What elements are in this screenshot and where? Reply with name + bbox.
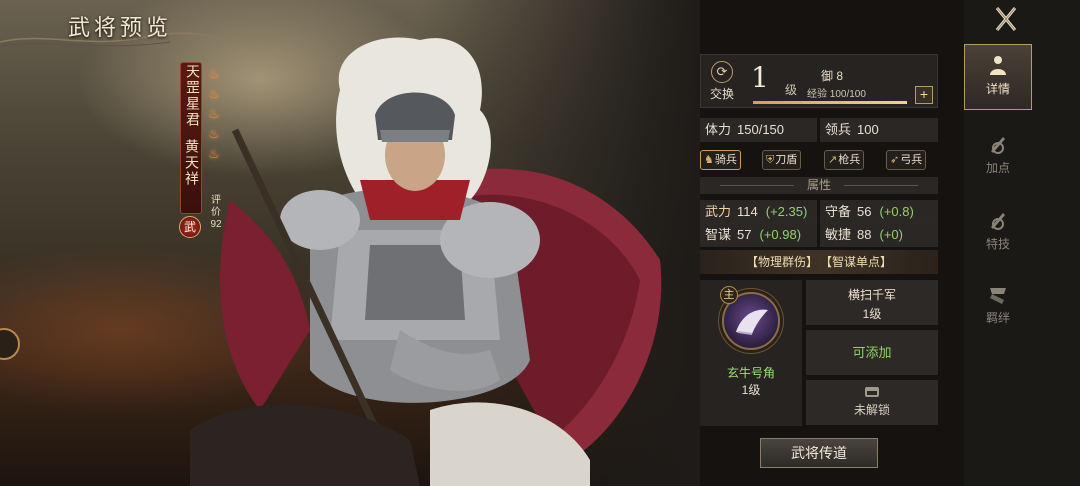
bond-icon	[990, 288, 1006, 304]
skill-slot-2[interactable]: 可添加	[806, 330, 938, 375]
flame-star-icon: ♨	[208, 66, 220, 81]
attr-bonus: (+2.35)	[765, 204, 808, 219]
tab-label: 详情	[985, 82, 1010, 96]
lock-icon	[865, 387, 879, 397]
shield-icon: ⛨	[766, 154, 775, 166]
exp-progress-fill	[753, 101, 907, 104]
swap-icon: ⟳	[711, 61, 733, 83]
attr-defense: 守备 56 (+0.8)	[820, 200, 938, 224]
attr-label: 智谋	[705, 227, 732, 242]
attr-value: 88	[857, 227, 872, 242]
main-skill-tag: 主	[720, 286, 738, 304]
attr-intellect: 智谋 57 (+0.98)	[700, 223, 817, 247]
troops-label: 领兵	[825, 122, 852, 137]
attr-value: 114	[737, 204, 758, 219]
sword-icon	[991, 137, 1005, 154]
flame-star-icon: ♨	[208, 106, 220, 121]
tab-bonds[interactable]: 羁绊	[964, 274, 1032, 340]
hero-info-panel: ⟳ 交换 1 级 御 8 经验 100/100 + 体力 150/150 领兵 10…	[698, 52, 940, 486]
hp-label: 体力	[705, 122, 732, 137]
tab-points[interactable]: 加点	[964, 124, 1032, 190]
flame-star-icon: ♨	[208, 126, 220, 141]
tab-skills[interactable]: 特技	[964, 200, 1032, 266]
attr-value: 56	[857, 204, 872, 219]
sword-icon	[991, 213, 1005, 230]
slot-skill-level: 1级	[862, 307, 882, 321]
attr-label: 敏捷	[825, 227, 852, 242]
flame-star-icon: ♨	[208, 146, 220, 161]
attributes-header: 属性	[700, 177, 938, 194]
cavalry-icon: ♞	[704, 154, 714, 166]
exp-progress-bar	[753, 101, 907, 104]
unit-label: 枪兵	[838, 154, 861, 166]
star-rating: ♨ ♨ ♨ ♨ ♨	[208, 64, 222, 164]
swap-label: 交换	[709, 87, 734, 101]
rating-block: 评价 92	[207, 195, 225, 231]
attr-agility: 敏捷 88 (+0)	[820, 223, 938, 247]
main-skill-name: 玄牛号角	[726, 366, 775, 380]
skill-slot-3[interactable]: 未解锁	[806, 380, 938, 425]
slot-skill-name: 横扫千军	[847, 288, 896, 302]
unit-label: 弓兵	[900, 154, 923, 166]
unit-type-row: ♞骑兵 ⛨刀盾 ↗枪兵 ➶弓兵	[700, 150, 938, 170]
tab-label: 羁绊	[985, 311, 1010, 325]
unit-spear[interactable]: ↗枪兵	[824, 150, 865, 170]
hero-epithet: 天罡星君	[184, 64, 200, 128]
unit-label: 刀盾	[775, 154, 798, 166]
attr-force: 武力 114 (+2.35)	[700, 200, 817, 224]
tab-label: 特技	[985, 237, 1010, 251]
skill-tag: 【物理群伤】	[745, 255, 818, 269]
flame-star-icon: ♨	[208, 86, 220, 101]
tab-details[interactable]: 详情	[964, 44, 1032, 110]
attr-bonus: (+0.98)	[759, 227, 802, 242]
skill-slot-1[interactable]: 横扫千军 1级	[806, 280, 938, 325]
unit-shield[interactable]: ⛨刀盾	[762, 150, 802, 170]
attr-label: 守备	[825, 204, 852, 219]
troops-value: 100	[857, 122, 879, 137]
rating-value: 92	[210, 219, 222, 230]
main-skill-card[interactable]: 主 玄牛号角 1级	[700, 280, 802, 426]
slot-locked-text: 未解锁	[853, 403, 890, 417]
main-skill-level: 1级	[741, 383, 761, 397]
slot-add-text: 可添加	[852, 345, 892, 360]
hero-portrait	[190, 37, 662, 486]
previous-hero-button[interactable]	[0, 328, 20, 360]
screen-title: 武将预览	[68, 16, 173, 41]
role-badge: 武	[179, 216, 201, 238]
hp-cell: 体力 150/150	[700, 118, 817, 142]
hero-scene: 武将预览 天罡星君 黄天祥 ♨ ♨ ♨ ♨ ♨ 评价 92 武	[0, 0, 700, 486]
swap-button[interactable]: ⟳ 交换	[705, 61, 739, 103]
attr-bonus: (+0.8)	[879, 204, 914, 219]
rank-text: 御 8	[821, 69, 844, 83]
unit-archer[interactable]: ➶弓兵	[886, 150, 927, 170]
add-exp-button[interactable]: +	[915, 86, 933, 104]
exp-text: 经验 100/100	[807, 89, 866, 100]
hp-value: 150/150	[737, 122, 785, 137]
close-icon[interactable]	[988, 4, 1024, 34]
troops-cell: 领兵 100	[820, 118, 938, 142]
warrior-icon	[990, 56, 1006, 75]
skill-tag: 【智谋单点】	[826, 255, 893, 269]
level-card: ⟳ 交换 1 级 御 8 经验 100/100 +	[700, 54, 938, 108]
level-unit: 级	[785, 83, 798, 97]
bow-icon: ➶	[890, 154, 900, 166]
level-number: 1	[751, 61, 769, 94]
spear-icon: ↗	[828, 154, 838, 166]
hero-name: 黄天祥	[183, 139, 199, 187]
tab-label: 加点	[985, 161, 1010, 175]
unit-cavalry[interactable]: ♞骑兵	[700, 150, 741, 170]
skill-tags-bar: 【物理群伤】 【智谋单点】	[700, 250, 938, 274]
attr-value: 57	[737, 227, 752, 242]
unit-label: 骑兵	[714, 154, 737, 166]
attr-bonus: (+0)	[879, 227, 903, 242]
rating-label: 评价	[211, 195, 221, 218]
attr-label: 武力	[705, 204, 732, 219]
hero-transmit-button[interactable]: 武将传道	[760, 438, 878, 468]
